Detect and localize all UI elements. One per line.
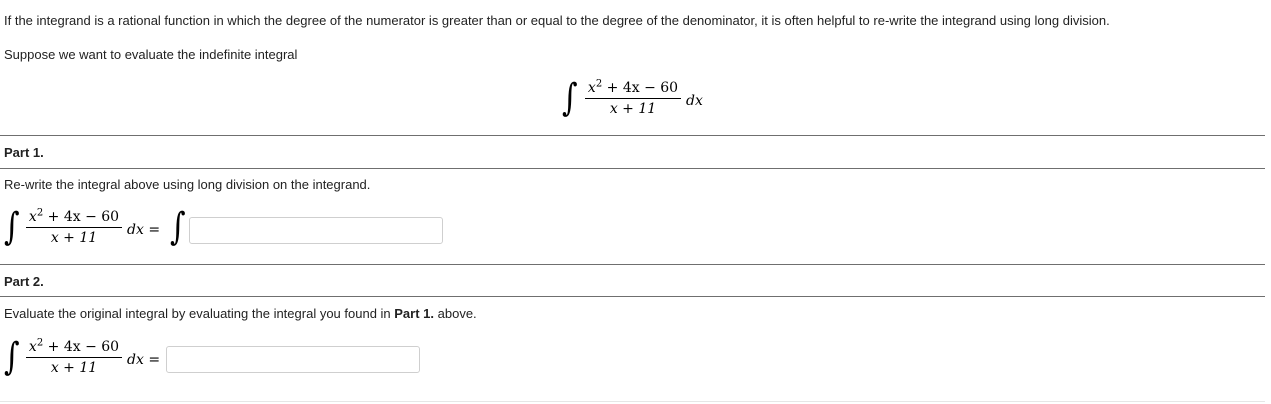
fraction-denominator: x + 11 xyxy=(609,101,657,117)
part2-integral: ∫ x2 + 4x − 60 x + 11 dx = xyxy=(4,335,174,385)
bottom-divider xyxy=(0,401,1265,402)
fraction-denominator: x + 11 xyxy=(50,230,98,246)
part2-title: Part 2. xyxy=(4,274,44,289)
display-integral: ∫ x2 + 4x − 60 x + 11 dx xyxy=(560,76,720,126)
divider xyxy=(0,135,1265,136)
part2-instruction: Evaluate the original integral by evalua… xyxy=(4,306,477,321)
intro-text: If the integrand is a rational function … xyxy=(4,13,1110,28)
part1-answer-input[interactable] xyxy=(189,217,443,244)
intro-question: Suppose we want to evaluate the indefini… xyxy=(4,47,298,62)
differential: dx = xyxy=(127,352,161,368)
integral-sign: ∫ xyxy=(4,335,20,379)
divider xyxy=(0,296,1265,297)
part1-fraction: x2 + 4x − 60 x + 11 xyxy=(26,207,122,246)
part1-title: Part 1. xyxy=(4,145,44,160)
display-fraction: x2 + 4x − 60 x + 11 xyxy=(585,78,681,117)
integral-sign: ∫ xyxy=(562,76,578,120)
integral-sign: ∫ xyxy=(4,205,20,249)
divider xyxy=(0,168,1265,169)
fraction-numerator: x2 + 4x − 60 xyxy=(28,337,120,355)
part2-answer-input[interactable] xyxy=(166,346,420,373)
fraction-numerator: x2 + 4x − 60 xyxy=(28,207,120,225)
fraction-denominator: x + 11 xyxy=(50,360,98,376)
divider xyxy=(0,264,1265,265)
differential: dx = xyxy=(127,222,161,238)
fraction-numerator: x2 + 4x − 60 xyxy=(587,78,679,96)
part2-fraction: x2 + 4x − 60 x + 11 xyxy=(26,337,122,376)
part1-instruction: Re-write the integral above using long d… xyxy=(4,177,371,192)
differential: dx xyxy=(686,93,703,109)
integral-sign: ∫ xyxy=(170,205,186,249)
part1-integral: ∫ x2 + 4x − 60 x + 11 dx = ∫ xyxy=(4,205,194,255)
